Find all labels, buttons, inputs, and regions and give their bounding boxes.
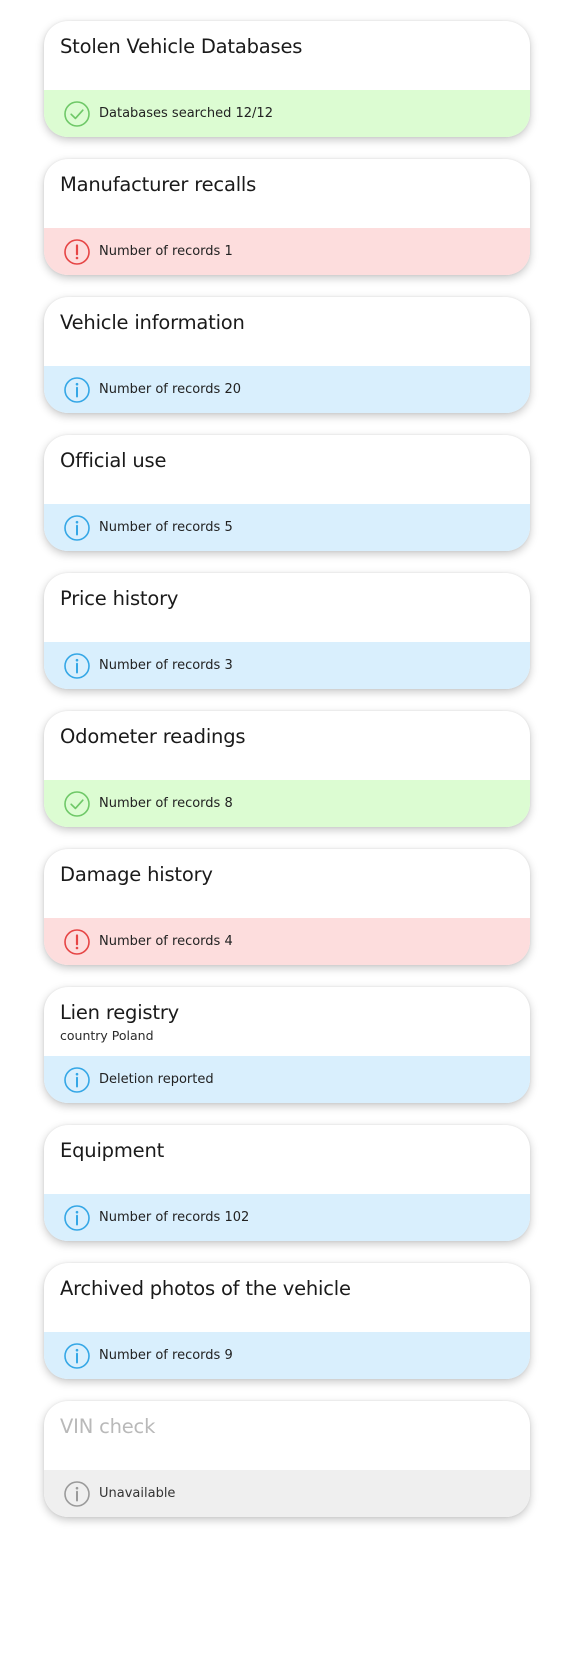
info-circle-icon — [63, 1480, 91, 1508]
card-status-bar: Databases searched 12/12 — [44, 90, 530, 137]
info-circle-icon — [63, 376, 91, 404]
card-header: Manufacturer recalls — [44, 159, 530, 228]
card-vehicle-information[interactable]: Vehicle information Number of records 20 — [44, 297, 530, 413]
card-title: Price history — [60, 587, 179, 610]
card-status-bar: Unavailable — [44, 1470, 530, 1517]
check-circle-icon — [63, 790, 91, 818]
card-status-text: Deletion reported — [99, 1072, 214, 1087]
info-circle-icon — [63, 1066, 91, 1094]
card-header: Official use — [44, 435, 530, 504]
card-title: Damage history — [60, 863, 213, 886]
card-header: Equipment — [44, 1125, 530, 1194]
card-status-text: Number of records 1 — [99, 244, 233, 259]
info-circle-icon — [63, 514, 91, 542]
card-status-text: Unavailable — [99, 1486, 176, 1501]
card-damage-history[interactable]: Damage history Number of records 4 — [44, 849, 530, 965]
card-status-bar: Number of records 9 — [44, 1332, 530, 1379]
card-header: Archived photos of the vehicle — [44, 1263, 530, 1332]
card-status-text: Number of records 5 — [99, 520, 233, 535]
card-title: Manufacturer recalls — [60, 173, 257, 196]
info-circle-icon — [63, 652, 91, 680]
card-status-bar: Deletion reported — [44, 1056, 530, 1103]
card-price-history[interactable]: Price history Number of records 3 — [44, 573, 530, 689]
card-title: Equipment — [60, 1139, 165, 1162]
card-title: Lien registry — [60, 1001, 179, 1024]
card-status-text: Databases searched 12/12 — [99, 106, 273, 121]
check-circle-icon — [63, 100, 91, 128]
card-title: VIN check — [60, 1415, 156, 1438]
card-status-bar: Number of records 5 — [44, 504, 530, 551]
card-equipment[interactable]: Equipment Number of records 102 — [44, 1125, 530, 1241]
card-status-text: Number of records 20 — [99, 382, 241, 397]
card-status-bar: Number of records 1 — [44, 228, 530, 275]
card-title: Vehicle information — [60, 311, 245, 334]
card-header: VIN check — [44, 1401, 530, 1470]
card-manufacturer-recalls[interactable]: Manufacturer recalls Number of records 1 — [44, 159, 530, 275]
card-status-bar: Number of records 4 — [44, 918, 530, 965]
card-status-text: Number of records 3 — [99, 658, 233, 673]
card-title: Stolen Vehicle Databases — [60, 35, 303, 58]
card-odometer-readings[interactable]: Odometer readings Number of records 8 — [44, 711, 530, 827]
card-subtitle: country Poland — [60, 1028, 154, 1043]
card-status-text: Number of records 8 — [99, 796, 233, 811]
card-header: Price history — [44, 573, 530, 642]
report-section-list: Stolen Vehicle Databases Databases searc… — [0, 0, 575, 1670]
card-header: Lien registry country Poland — [44, 987, 530, 1056]
card-status-bar: Number of records 3 — [44, 642, 530, 689]
card-title: Archived photos of the vehicle — [60, 1277, 351, 1300]
card-title: Official use — [60, 449, 167, 472]
card-status-text: Number of records 9 — [99, 1348, 233, 1363]
card-status-bar: Number of records 20 — [44, 366, 530, 413]
card-stolen-vehicle-databases[interactable]: Stolen Vehicle Databases Databases searc… — [44, 21, 530, 137]
info-circle-icon — [63, 1204, 91, 1232]
card-header: Odometer readings — [44, 711, 530, 780]
card-title: Odometer readings — [60, 725, 246, 748]
card-header: Vehicle information — [44, 297, 530, 366]
card-status-text: Number of records 102 — [99, 1210, 250, 1225]
card-status-bar: Number of records 8 — [44, 780, 530, 827]
card-archived-photos[interactable]: Archived photos of the vehicle Number of… — [44, 1263, 530, 1379]
exclamation-circle-icon — [63, 928, 91, 956]
exclamation-circle-icon — [63, 238, 91, 266]
card-status-text: Number of records 4 — [99, 934, 233, 949]
info-circle-icon — [63, 1342, 91, 1370]
card-header: Stolen Vehicle Databases — [44, 21, 530, 90]
card-lien-registry[interactable]: Lien registry country Poland Deletion re… — [44, 987, 530, 1103]
card-status-bar: Number of records 102 — [44, 1194, 530, 1241]
card-vin-check: VIN check Unavailable — [44, 1401, 530, 1517]
card-header: Damage history — [44, 849, 530, 918]
card-official-use[interactable]: Official use Number of records 5 — [44, 435, 530, 551]
